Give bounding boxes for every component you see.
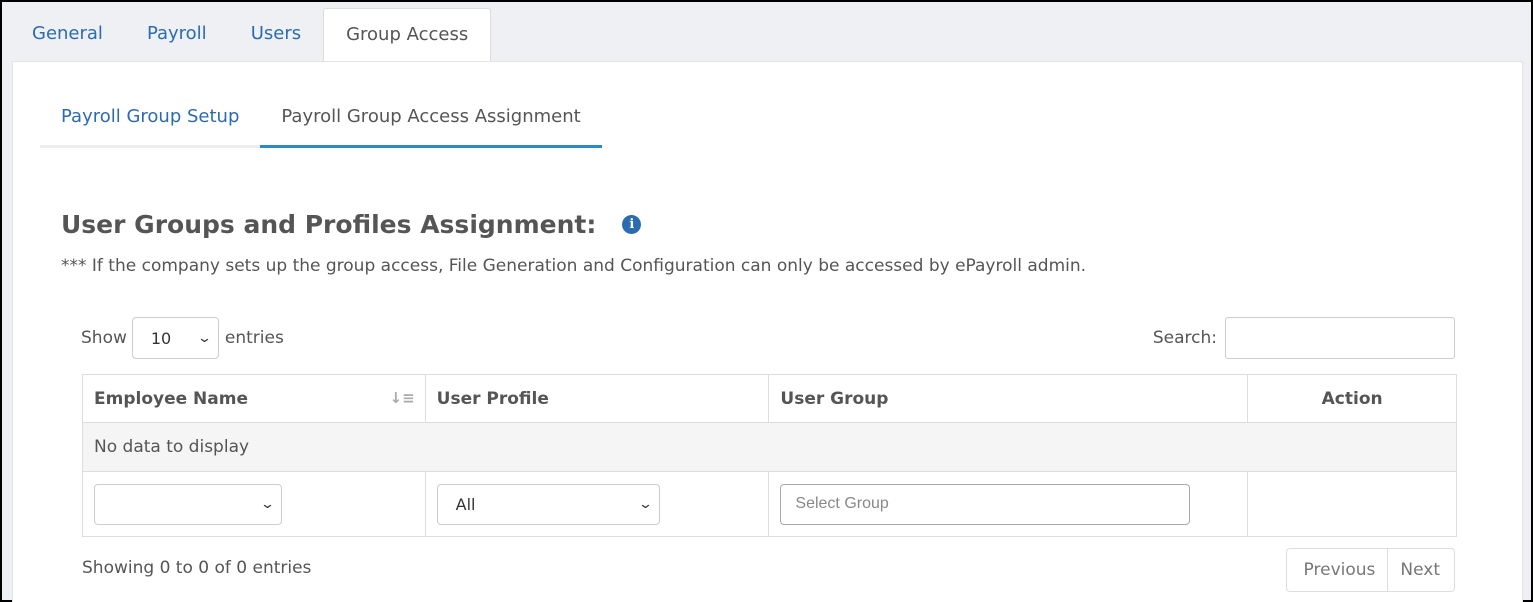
access-note: *** If the company sets up the group acc…	[61, 256, 1087, 276]
previous-button[interactable]: Previous	[1287, 549, 1388, 591]
show-label: Show	[81, 328, 127, 348]
table-info: Showing 0 to 0 of 0 entries	[82, 558, 312, 578]
filter-cell-action	[1247, 471, 1457, 537]
empty-message: No data to display	[82, 422, 1457, 472]
filter-cell-profile: All ⌄	[424, 471, 770, 537]
sort-alpha-down-icon[interactable]: ↓≡	[390, 389, 415, 407]
column-user-group[interactable]: User Group	[768, 374, 1249, 423]
assignment-table: Employee Name ↓≡ User Profile User Group…	[82, 374, 1457, 537]
chevron-down-icon: ⌄	[259, 496, 276, 512]
window-frame: General Payroll Users Group Access Payro…	[0, 0, 1533, 602]
column-employee-name-label: Employee Name	[94, 388, 249, 409]
section-title: User Groups and Profiles Assignment:	[61, 210, 597, 239]
tab-group-access[interactable]: Group Access	[323, 8, 492, 62]
section-heading: User Groups and Profiles Assignment: i	[61, 210, 642, 239]
search-label: Search:	[1152, 328, 1217, 348]
user-group-filter-input[interactable]: Select Group	[780, 483, 1191, 525]
page-length-select[interactable]: 10 ⌄	[131, 317, 219, 359]
column-user-profile[interactable]: User Profile	[424, 374, 770, 423]
search-input[interactable]	[1225, 317, 1455, 359]
page-length-value: 10	[150, 328, 172, 348]
chevron-down-icon: ⌄	[637, 496, 653, 512]
employee-name-filter-select[interactable]: ⌄	[94, 483, 282, 525]
info-icon[interactable]: i	[622, 215, 642, 234]
subtab-payroll-group-setup[interactable]: Payroll Group Setup	[40, 100, 261, 148]
sub-tab-bar: Payroll Group Setup Payroll Group Access…	[40, 100, 602, 148]
column-action: Action	[1247, 374, 1457, 423]
subtab-payroll-group-access-assignment[interactable]: Payroll Group Access Assignment	[260, 100, 602, 148]
length-control: Show 10 ⌄ entries	[81, 317, 284, 359]
top-tab-bar: General Payroll Users Group Access	[10, 8, 492, 62]
filter-cell-group: Select Group	[768, 471, 1249, 537]
tab-users[interactable]: Users	[229, 8, 323, 62]
search-control: Search:	[1153, 317, 1455, 359]
entries-label: entries	[224, 328, 284, 348]
filter-row: ⌄ All ⌄ Select Group	[82, 471, 1457, 537]
user-profile-filter-select[interactable]: All ⌄	[436, 483, 660, 525]
pagination: Previous Next	[1285, 548, 1455, 592]
empty-row: No data to display	[82, 422, 1457, 472]
table-header-row: Employee Name ↓≡ User Profile User Group…	[82, 374, 1457, 423]
chevron-down-icon: ⌄	[196, 330, 213, 346]
tab-panel: Payroll Group Setup Payroll Group Access…	[12, 61, 1523, 602]
next-button[interactable]: Next	[1387, 549, 1454, 591]
tab-payroll[interactable]: Payroll	[125, 8, 229, 62]
column-employee-name[interactable]: Employee Name ↓≡	[82, 374, 426, 423]
filter-cell-employee: ⌄	[82, 471, 426, 537]
tab-general[interactable]: General	[10, 8, 125, 62]
user-profile-filter-value: All	[455, 494, 476, 514]
